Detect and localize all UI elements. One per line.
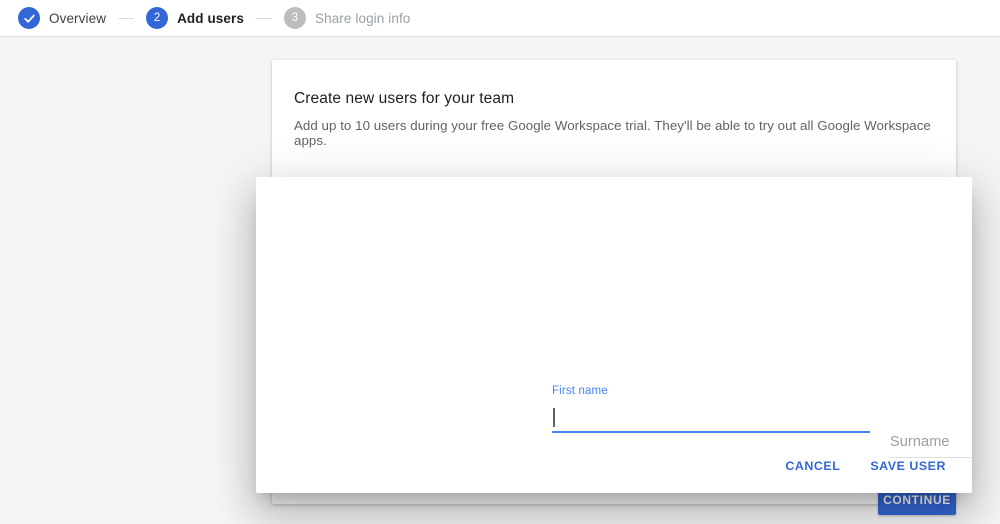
first-name-input[interactable] bbox=[552, 407, 870, 431]
add-user-dialog: First name Surname CANCEL SAVE USER bbox=[256, 177, 972, 493]
step-number-badge-3: 3 bbox=[283, 7, 306, 29]
first-name-underline bbox=[552, 431, 870, 433]
stepper-bar: Overview 2 Add users 3 Share login info bbox=[0, 0, 1000, 37]
page-subtitle: Add up to 10 users during your free Goog… bbox=[294, 118, 931, 148]
stepper-label-add-users: Add users bbox=[177, 10, 244, 26]
step-number-badge-2: 2 bbox=[146, 7, 169, 29]
stepper-divider-1 bbox=[118, 17, 135, 19]
first-name-field[interactable]: First name bbox=[552, 385, 870, 433]
page-title: Create new users for your team bbox=[294, 90, 515, 107]
cancel-button[interactable]: CANCEL bbox=[775, 451, 850, 481]
stepper-step-add-users[interactable]: 2 Add users bbox=[146, 0, 244, 36]
stepper-divider-2 bbox=[255, 17, 272, 19]
stepper-label-share-login-info: Share login info bbox=[314, 10, 411, 26]
stepper-step-overview[interactable]: Overview bbox=[18, 0, 106, 36]
dialog-actions: CANCEL SAVE USER bbox=[775, 451, 956, 481]
text-caret bbox=[553, 408, 555, 427]
first-name-label: First name bbox=[552, 385, 608, 397]
stepper-label-overview: Overview bbox=[49, 10, 107, 26]
check-icon bbox=[18, 7, 40, 29]
stepper-step-share-login-info[interactable]: 3 Share login info bbox=[283, 0, 411, 36]
save-user-button[interactable]: SAVE USER bbox=[860, 451, 956, 481]
